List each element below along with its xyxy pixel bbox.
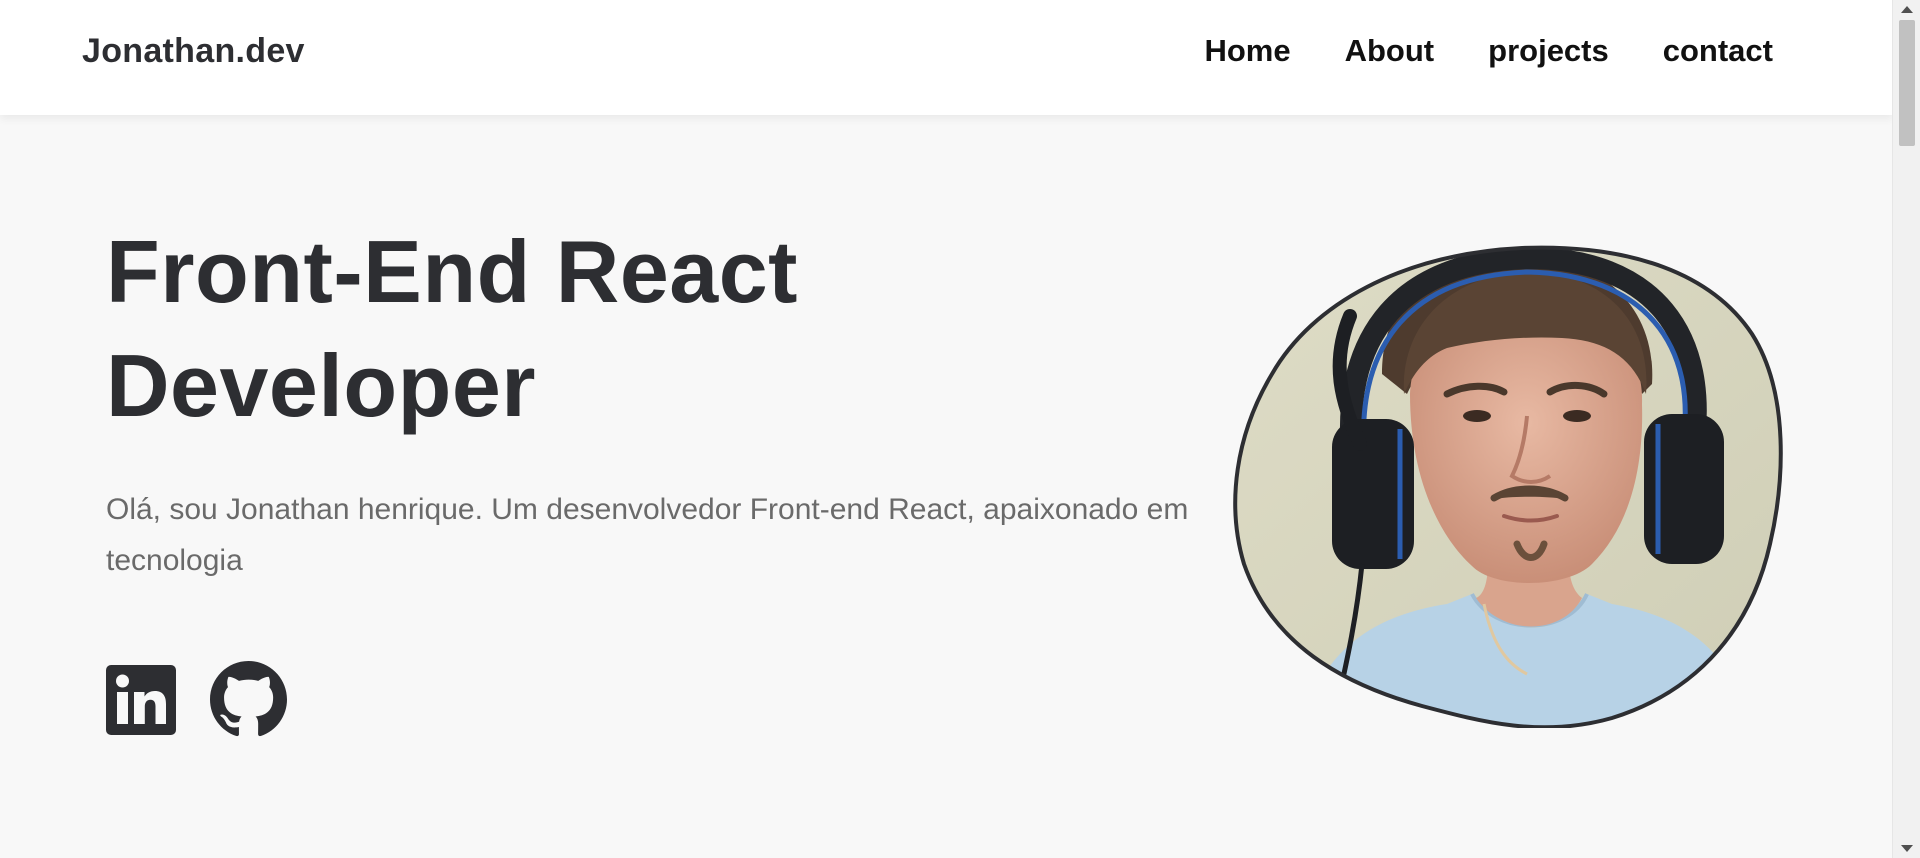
site-logo[interactable]: Jonathan.dev (82, 32, 305, 71)
scroll-down-arrow-icon[interactable] (1901, 845, 1913, 852)
hero-description: Olá, sou Jonathan henrique. Um desenvolv… (106, 493, 1189, 577)
hero-title-line-1: Front-End React (106, 222, 798, 321)
hero-title: Front-End React Developer (106, 215, 798, 443)
hero-title-line-2: Developer (106, 336, 537, 435)
nav-link-home[interactable]: Home (1204, 33, 1290, 69)
hero-section: Front-End React Developer Olá, sou Jonat… (0, 115, 1893, 858)
vertical-scrollbar[interactable] (1892, 0, 1920, 858)
nav-link-about[interactable]: About (1345, 33, 1435, 69)
nav-link-contact[interactable]: contact (1663, 33, 1773, 69)
scroll-up-arrow-icon[interactable] (1901, 6, 1913, 13)
navbar: Jonathan.dev Home About projects contact (0, 0, 1893, 115)
social-links (106, 661, 287, 738)
profile-photo (1233, 245, 1783, 728)
github-icon[interactable] (210, 661, 287, 738)
nav-menu: Home About projects contact (1204, 33, 1773, 69)
linkedin-icon[interactable] (106, 664, 176, 735)
nav-link-projects[interactable]: projects (1488, 33, 1609, 69)
scrollbar-thumb[interactable] (1899, 20, 1915, 146)
